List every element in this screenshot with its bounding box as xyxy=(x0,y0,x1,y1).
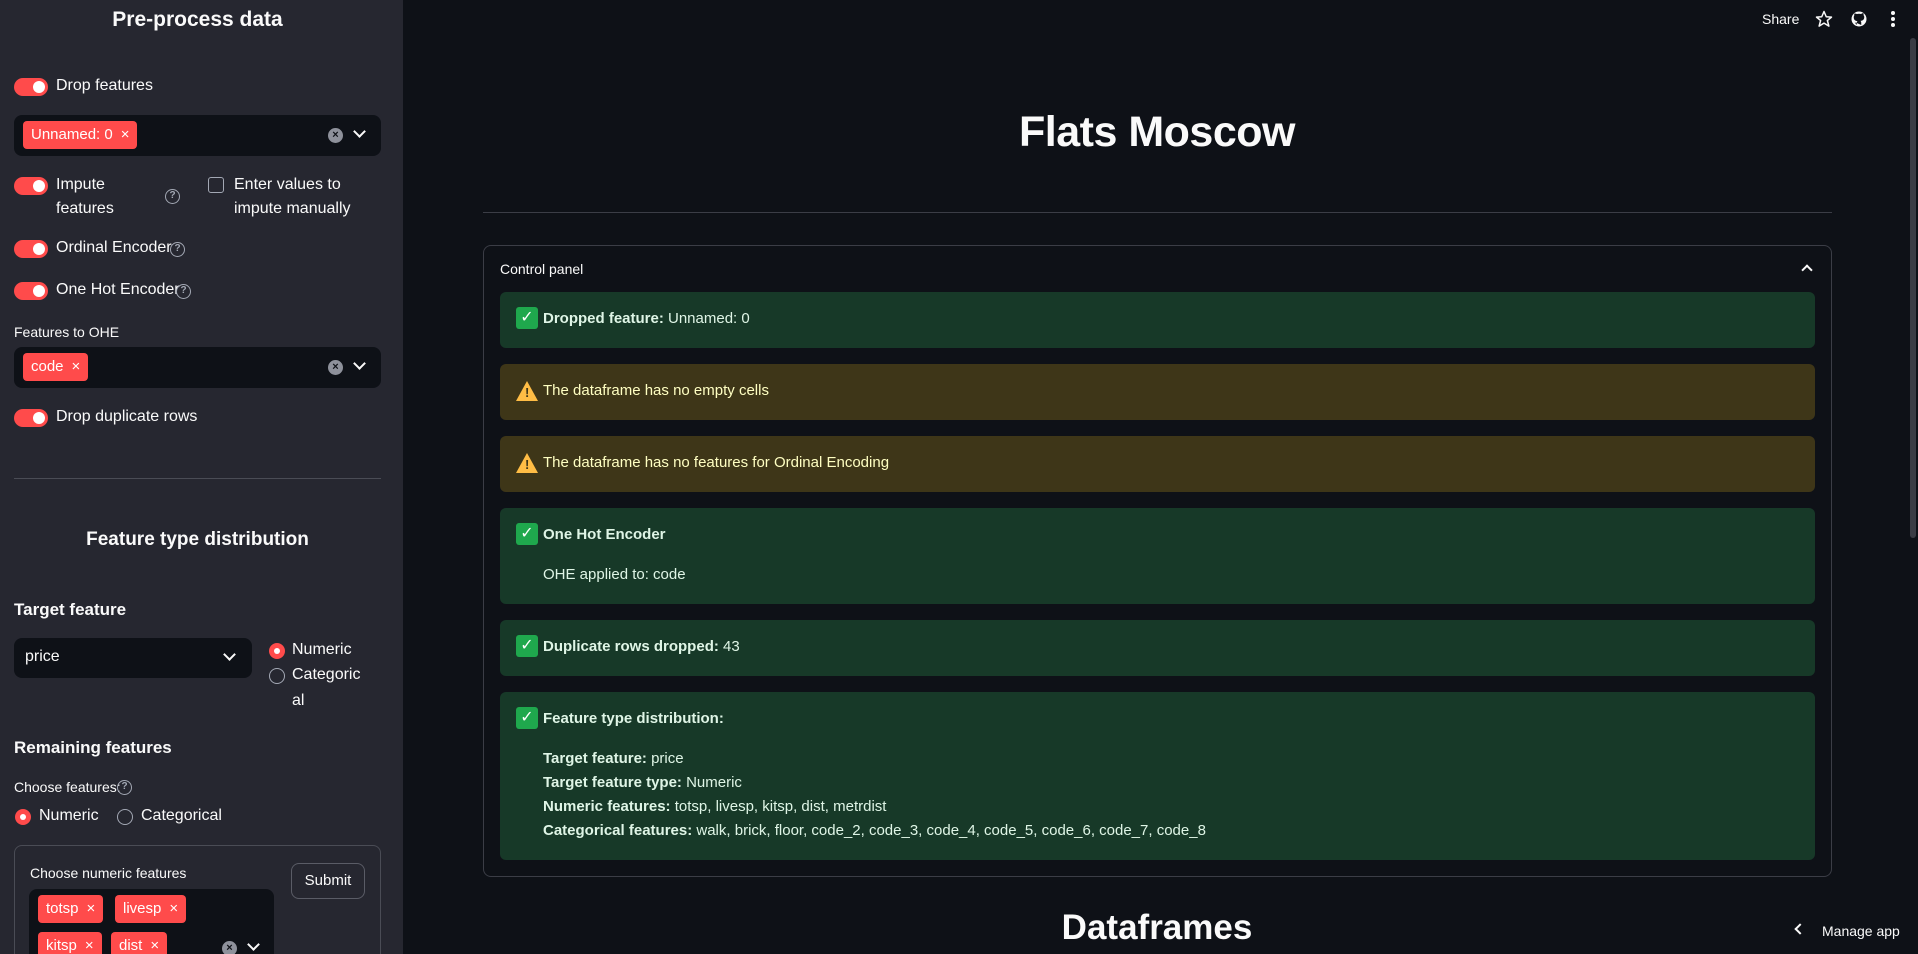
alert-no-ordinal: The dataframe has no features for Ordina… xyxy=(500,436,1815,492)
feature-form: Choose numeric features Submit totsp × li… xyxy=(14,845,381,954)
chip-unnamed-0[interactable]: Unnamed: 0 × xyxy=(23,121,138,149)
check-icon: ✓ xyxy=(516,635,538,657)
chip-totsp[interactable]: totsp × xyxy=(38,895,104,923)
remaining-features-heading: Remaining features xyxy=(14,738,172,757)
check-icon: ✓ xyxy=(516,307,538,329)
drop-features-multiselect[interactable]: Unnamed: 0 × × xyxy=(14,115,381,156)
impute-label-line1: Impute xyxy=(56,176,105,193)
clear-all-icon[interactable]: × xyxy=(328,360,343,375)
impute-toggle[interactable] xyxy=(14,177,48,195)
radio-numeric-target[interactable] xyxy=(269,643,285,659)
alert-text: The dataframe has no features for Ordina… xyxy=(543,454,890,471)
drop-duplicates-label: Drop duplicate rows xyxy=(56,408,198,425)
chevron-down-icon[interactable] xyxy=(223,648,236,661)
radio-numeric[interactable] xyxy=(15,809,31,825)
numeric-features-multiselect[interactable]: totsp × livesp × kitsp × dist × × xyxy=(29,889,274,954)
alert-text: The dataframe has no empty cells xyxy=(543,382,769,399)
share-button[interactable]: Share xyxy=(1762,11,1799,27)
choose-features-label: Choose features: xyxy=(14,779,121,795)
alert-no-empty-cells: The dataframe has no empty cells xyxy=(500,364,1815,420)
features-to-ohe-label: Features to OHE xyxy=(14,324,120,340)
star-icon[interactable] xyxy=(1815,10,1833,28)
chip-dist[interactable]: dist × xyxy=(111,932,168,954)
target-type-line: Target feature type: Numeric xyxy=(543,774,742,791)
radio-numeric-target-label: Numeric xyxy=(292,641,352,658)
alert-dropped-feature: ✓ Dropped feature: Unnamed: 0 xyxy=(500,292,1815,348)
alert-duplicates: ✓ Duplicate rows dropped: 43 xyxy=(500,620,1815,676)
warning-icon xyxy=(516,453,538,473)
help-icon[interactable]: ? xyxy=(165,189,180,204)
chevron-down-icon[interactable] xyxy=(247,938,260,951)
categorical-features-line: Categorical features: walk, brick, floor… xyxy=(543,822,1206,839)
chip-kitsp[interactable]: kitsp × xyxy=(38,932,102,954)
close-icon[interactable]: × xyxy=(169,900,178,917)
ohe-features-multiselect[interactable]: code × × xyxy=(14,347,381,388)
check-icon: ✓ xyxy=(516,707,538,729)
clear-all-icon[interactable]: × xyxy=(328,128,343,143)
help-icon[interactable]: ? xyxy=(170,242,185,257)
help-icon[interactable]: ? xyxy=(176,284,191,299)
chevron-down-icon[interactable] xyxy=(353,125,366,138)
manual-impute-label-line1: Enter values to xyxy=(234,176,341,193)
radio-categorical[interactable] xyxy=(117,809,133,825)
clear-all-icon[interactable]: × xyxy=(222,941,237,954)
close-icon[interactable]: × xyxy=(72,358,81,375)
kebab-menu-icon[interactable] xyxy=(1890,10,1896,28)
target-feature-line: Target feature: price xyxy=(543,750,684,767)
close-icon[interactable]: × xyxy=(87,900,96,917)
target-feature-select[interactable]: price xyxy=(14,638,252,678)
manual-impute-label-line2: impute manually xyxy=(234,200,351,217)
feature-dist-heading: Feature type distribution xyxy=(86,529,309,550)
manage-app-button[interactable]: Manage app xyxy=(1822,923,1900,939)
github-icon[interactable] xyxy=(1850,10,1868,28)
one-hot-encoder-label: One Hot Encoder xyxy=(56,281,180,298)
alert-title: One Hot Encoder xyxy=(543,526,666,543)
alert-feature-distribution: ✓ Feature type distribution: Target feat… xyxy=(500,692,1815,860)
one-hot-encoder-toggle[interactable] xyxy=(14,282,48,300)
alert-title: Feature type distribution: xyxy=(543,710,724,727)
help-icon[interactable]: ? xyxy=(117,780,132,795)
ordinal-encoder-label: Ordinal Encoder xyxy=(56,239,172,256)
expander-title[interactable]: Control panel xyxy=(500,261,583,277)
alert-one-hot-encoder: ✓ One Hot Encoder OHE applied to: code xyxy=(500,508,1815,604)
chevron-up-icon[interactable] xyxy=(1801,264,1813,276)
close-icon[interactable]: × xyxy=(150,937,159,954)
drop-features-label: Drop features xyxy=(56,77,153,94)
drop-features-toggle[interactable] xyxy=(14,78,48,96)
close-icon[interactable]: × xyxy=(121,126,130,143)
drop-duplicates-toggle[interactable] xyxy=(14,409,48,427)
manual-impute-checkbox[interactable] xyxy=(208,177,224,193)
title-divider xyxy=(483,212,1832,213)
chip-livesp[interactable]: livesp × xyxy=(115,895,187,923)
impute-label-line2: features xyxy=(56,200,114,217)
radio-categorical-label: Categorical xyxy=(141,807,222,824)
alert-text: Duplicate rows dropped: 43 xyxy=(543,638,740,655)
check-icon: ✓ xyxy=(516,523,538,545)
target-feature-heading: Target feature xyxy=(14,600,127,619)
alert-text: OHE applied to: code xyxy=(543,566,686,583)
sidebar-divider xyxy=(14,478,381,479)
sidebar-title: Pre-process data xyxy=(112,8,283,31)
radio-categorical-target-label-2: al xyxy=(292,692,305,709)
numeric-features-line: Numeric features: totsp, livesp, kitsp, … xyxy=(543,798,887,815)
target-select-value: price xyxy=(25,648,60,665)
alert-text: Dropped feature: Unnamed: 0 xyxy=(543,310,750,327)
radio-categorical-target[interactable] xyxy=(269,668,285,684)
radio-numeric-label: Numeric xyxy=(39,807,99,824)
warning-icon xyxy=(516,381,538,401)
radio-categorical-target-label-1: Categoric xyxy=(292,666,361,683)
page-title: Flats Moscow xyxy=(1019,108,1295,156)
dataframes-heading: Dataframes xyxy=(1061,908,1253,947)
form-label: Choose numeric features xyxy=(30,865,187,881)
control-panel-expander: Control panel ✓ Dropped feature: Unnamed… xyxy=(483,245,1832,877)
chevron-down-icon[interactable] xyxy=(353,357,366,370)
ordinal-encoder-toggle[interactable] xyxy=(14,240,48,258)
close-icon[interactable]: × xyxy=(85,937,94,954)
submit-button[interactable]: Submit xyxy=(291,863,365,899)
sidebar: Pre-process data Drop features Unnamed: … xyxy=(0,0,403,954)
chip-code[interactable]: code × xyxy=(23,353,89,381)
